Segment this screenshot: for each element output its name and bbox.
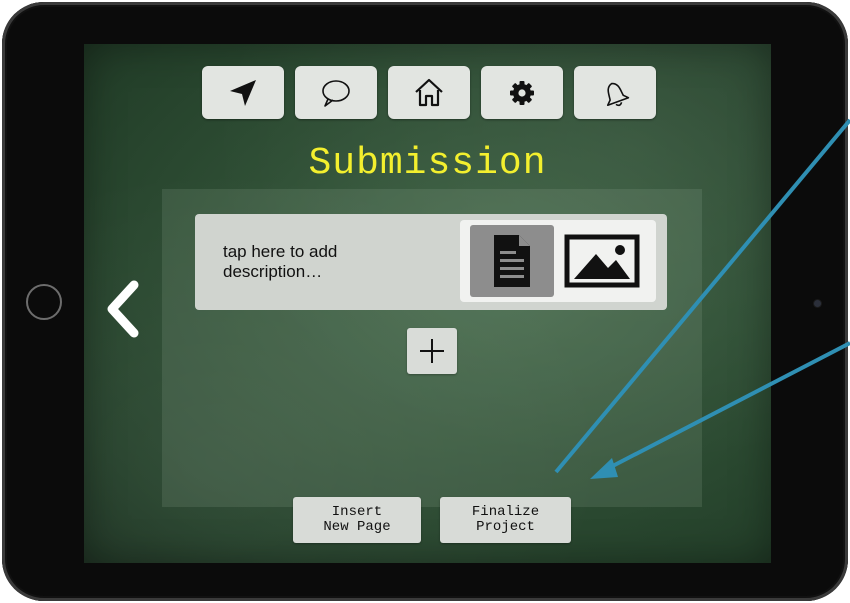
messages-button[interactable] [295,66,377,119]
page-title: Submission [308,142,547,185]
gear-icon [510,80,534,105]
chat-bubble-icon [322,79,350,107]
navigate-button[interactable] [202,66,284,119]
tablet-frame: Submission tap here to add description… [2,2,848,601]
top-toolbar [202,66,656,119]
location-arrow-icon [230,79,256,106]
chevron-left-icon[interactable] [102,279,142,339]
insert-new-page-label: Insert New Page [323,504,391,535]
content-type-toggle [460,220,656,302]
front-camera [814,300,821,307]
insert-new-page-button[interactable]: Insert New Page [293,497,421,543]
document-type-button[interactable] [470,225,554,297]
finalize-project-label: Finalize Project [471,504,540,535]
app-screen: Submission tap here to add description… [84,44,771,563]
image-type-button[interactable] [560,225,644,297]
description-field[interactable]: tap here to add description… [223,242,393,282]
notifications-button[interactable] [574,66,656,119]
home-hardware-button[interactable] [26,284,62,320]
bell-icon [606,82,630,106]
home-button[interactable] [388,66,470,119]
plus-icon [420,339,444,363]
document-icon [494,235,530,287]
settings-button[interactable] [481,66,563,119]
home-icon [415,78,443,106]
image-icon [564,234,640,288]
add-item-button[interactable] [407,328,457,374]
finalize-project-button[interactable]: Finalize Project [440,497,571,543]
submission-item-card: tap here to add description… [195,214,667,310]
